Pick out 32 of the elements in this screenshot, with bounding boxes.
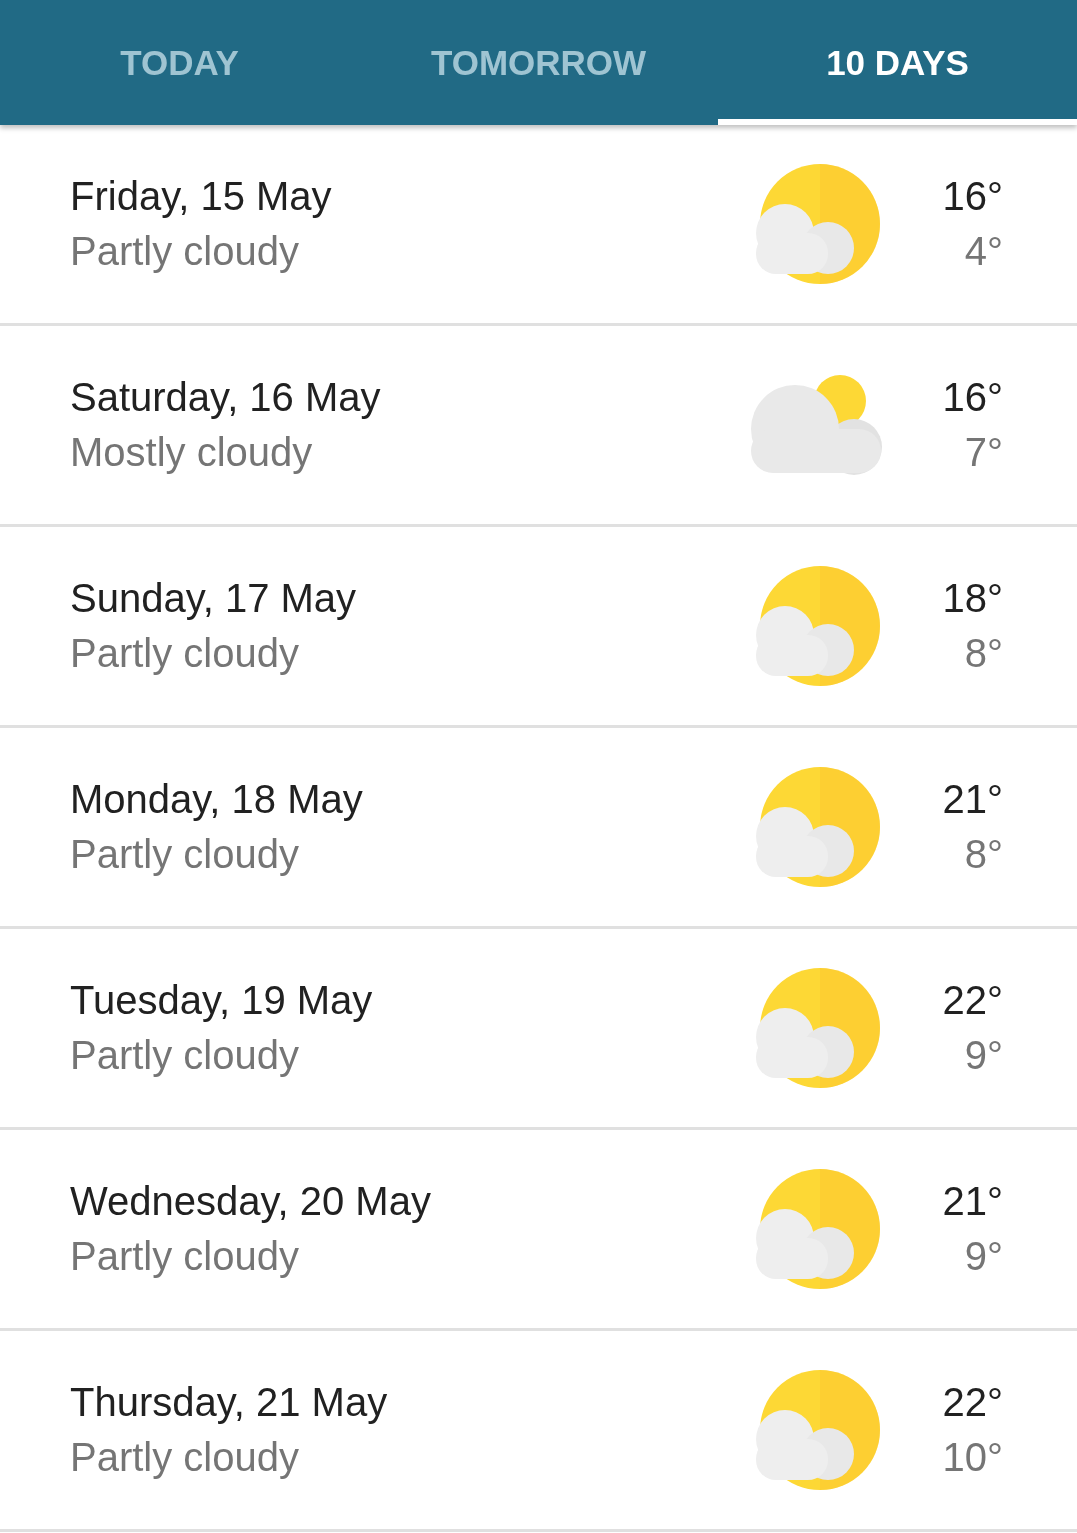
weather-condition: Partly cloudy bbox=[70, 832, 300, 877]
day-date: Monday, 18 May bbox=[70, 777, 364, 822]
day-date: Friday, 15 May bbox=[70, 174, 333, 219]
day-date: Saturday, 16 May bbox=[70, 375, 382, 420]
high-temperature: 18° bbox=[942, 576, 1003, 621]
high-temperature: 16° bbox=[942, 174, 1003, 219]
weather-condition: Mostly cloudy bbox=[70, 430, 314, 475]
tab[interactable]: 10 DAYS bbox=[718, 0, 1077, 125]
high-temperature: 21° bbox=[942, 777, 1003, 822]
day-date: Tuesday, 19 May bbox=[70, 978, 374, 1023]
high-temperature: 22° bbox=[942, 1380, 1003, 1425]
low-temperature: 8° bbox=[964, 832, 1003, 877]
high-temperature: 22° bbox=[942, 978, 1003, 1023]
low-temperature: 10° bbox=[942, 1435, 1003, 1480]
low-temperature: 9° bbox=[964, 1234, 1003, 1279]
low-temperature: 7° bbox=[964, 430, 1003, 475]
tab[interactable]: TODAY bbox=[0, 0, 359, 125]
weather-condition: Partly cloudy bbox=[70, 1033, 300, 1078]
tab[interactable]: TOMORROW bbox=[359, 0, 718, 125]
low-temperature: 9° bbox=[964, 1033, 1003, 1078]
weather-condition: Partly cloudy bbox=[70, 631, 300, 676]
day-date: Wednesday, 20 May bbox=[70, 1179, 432, 1224]
low-temperature: 8° bbox=[964, 631, 1003, 676]
weather-condition: Partly cloudy bbox=[70, 229, 300, 274]
day-date: Thursday, 21 May bbox=[70, 1380, 389, 1425]
weather-condition: Partly cloudy bbox=[70, 1234, 300, 1279]
cloud-sun-icon bbox=[750, 375, 883, 475]
high-temperature: 21° bbox=[942, 1179, 1003, 1224]
low-temperature: 4° bbox=[964, 229, 1003, 274]
high-temperature: 16° bbox=[942, 375, 1003, 420]
day-date: Sunday, 17 May bbox=[70, 576, 358, 621]
weather-condition: Partly cloudy bbox=[70, 1435, 300, 1480]
